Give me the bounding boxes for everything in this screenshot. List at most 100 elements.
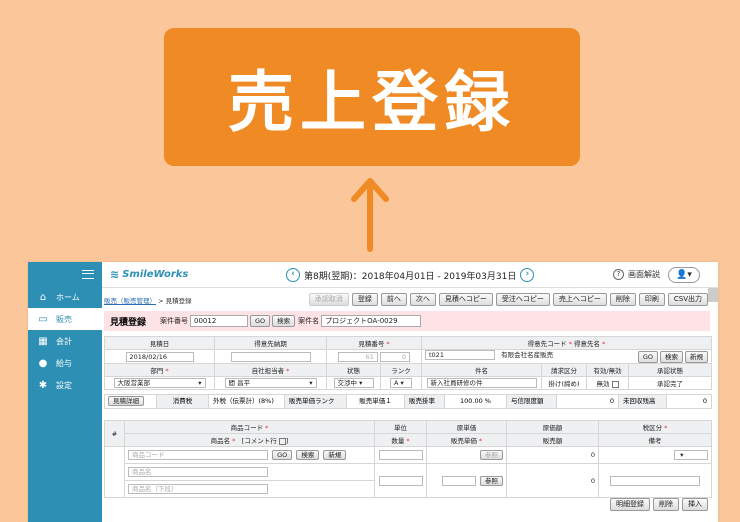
customer-new-button[interactable]: 新規 [685,351,708,363]
col-rank: ランク [380,363,422,377]
product-name-cell: 商品名 [124,463,375,481]
main-area: ≋ SmileWorks ‹ 第8期(翌期)：2018年04月01日 - 201… [102,262,718,522]
col-remarks: 備考 [598,433,712,447]
col-cost-amount: 原価額 [506,420,599,434]
app-window: ⌂ ホーム ▭ 販売 ▦ 会計 ● 給与 ✱ 設定 ≋ SmileWorks ‹ [28,262,718,522]
copy-to-sales-button[interactable]: 売上へコピー [552,293,607,306]
uncollected-label: 未回収残高 [619,395,667,408]
estimate-date-cell: 2018/02/16 [104,349,215,364]
estimate-detail-button[interactable]: 見積詳細 [108,396,144,406]
delete-detail-button[interactable]: 削除 [653,498,679,511]
customer-code-input[interactable]: t021 [425,350,495,360]
case-name-input[interactable]: プロジェクトOA-0029 [321,315,422,327]
user-menu-button[interactable]: 👤▾ [668,267,700,283]
status-select[interactable]: 交渉中 ▾ [333,378,374,388]
rank-select[interactable]: A ▾ [390,378,412,388]
estimate-no-sub-input[interactable]: 0 [380,351,411,362]
register-detail-button[interactable]: 明細登録 [610,498,650,511]
top-bar: ≋ SmileWorks ‹ 第8期(翌期)：2018年04月01日 - 201… [102,262,718,288]
copy-to-estimate-button[interactable]: 見積へコピー [438,293,493,306]
cost-price-cell: 参照 [426,446,507,464]
sale-ref-button[interactable]: 参照 [480,475,503,486]
product-code-input[interactable]: 商品コード [128,450,268,460]
sidebar-item-accounting[interactable]: ▦ 会計 [28,330,102,352]
bookmark-icon[interactable] [708,288,718,302]
row-hash-cell [104,446,125,498]
delete-button[interactable]: 削除 [609,293,636,306]
product-name-lower-input[interactable]: 商品名（下段） [128,484,268,494]
customer-go-button[interactable]: GO [637,351,658,363]
next-period-button[interactable]: › [520,268,535,282]
staff-select[interactable]: 間 昌平 ▾ [224,378,317,388]
sidebar: ⌂ ホーム ▭ 販売 ▦ 会計 ● 給与 ✱ 設定 [28,262,102,522]
col-staff: 自社担当者 * [214,363,327,377]
department-select[interactable]: 大阪営業部 ▾ [113,378,206,388]
detail-table: # 商品コード * 単位 原単価 原価額 税区分 * 商品名 * [コメント行 … [104,420,712,498]
detail-cell: 見積詳細 [105,395,157,408]
unit-cell [374,446,427,464]
approval-cell: 承認完了 [628,376,712,390]
register-button[interactable]: 登録 [351,293,378,306]
print-button[interactable]: 印刷 [638,293,665,306]
cancel-approval-button[interactable]: 承認取消 [308,293,349,306]
insert-detail-button[interactable]: 挿入 [682,498,708,511]
product-new-button[interactable]: 新規 [323,450,347,460]
product-search-button[interactable]: 検索 [296,450,320,460]
subject-input[interactable]: 新入社員研修の件 [426,378,537,388]
case-go-button[interactable]: GO [250,315,271,327]
uncollected-value: 0 [702,397,707,405]
col-sale-price: 販売単価 * [426,433,507,447]
menu-icon[interactable] [82,269,94,279]
product-go-button[interactable]: GO [272,450,293,460]
sidebar-item-sales[interactable]: ▭ 販売 [28,308,102,330]
logo: ≋ SmileWorks [110,268,189,281]
fiscal-period: ‹ 第8期(翌期)：2018年04月01日 - 2019年03月31日 › [282,262,538,288]
col-cost-price: 原単価 [426,420,507,434]
estimate-no-cell: 61 0 [326,349,422,364]
case-search-button[interactable]: 検索 [272,315,296,327]
col-hash: # [104,420,125,447]
unit-input[interactable] [378,450,423,460]
col-department: 部門 * [104,363,215,377]
customer-name-text: 有限会社名産販売 [497,350,598,360]
prev-period-button[interactable]: ‹ [286,268,300,282]
sidebar-item-home[interactable]: ⌂ ホーム [28,286,102,308]
copy-to-order-button[interactable]: 受注へコピー [495,293,550,306]
rate-label: 販売掛率 [405,395,445,408]
col-valid: 有効/無効 [586,363,629,377]
prev-button[interactable]: 前へ [380,293,407,306]
breadcrumb-link[interactable]: 販売（販売管理） [104,297,156,305]
summary-row: 見積詳細 消費税 外税（伝票計）(8%) 販売単価ランク 販売単価１ 販売掛率 … [104,394,712,409]
estimate-date-input[interactable]: 2018/02/16 [125,351,194,362]
next-button[interactable]: 次へ [409,293,436,306]
customer-cell: t021 有限会社名産販売 新規 検索 GO [421,349,712,364]
tax-class-select[interactable]: ▾ [674,450,708,460]
cost-ref-button[interactable]: 参照 [480,450,503,460]
estimate-no-input[interactable]: 61 [337,351,378,362]
remarks-input[interactable] [610,475,700,486]
product-name-input[interactable]: 商品名 [128,467,268,477]
col-product-code: 商品コード * [124,420,375,434]
customer-search-button[interactable]: 検索 [660,351,683,363]
due-date-cell [214,349,327,364]
help-link[interactable]: ? 画面解説 [613,269,660,280]
col-subject: 件名 [421,363,542,377]
col-status: 状態 [326,363,381,377]
qty-input[interactable] [378,475,423,486]
tax-label: 消費税 [157,395,209,408]
comment-row-checkbox[interactable] [278,437,286,445]
col-sale-amount: 販売額 [506,433,599,447]
sidebar-item-label: 給与 [56,358,72,368]
case-no-input[interactable]: 00012 [190,315,249,327]
sidebar-item-label: 設定 [56,380,72,390]
valid-checkbox[interactable] [611,380,619,388]
sidebar-item-settings[interactable]: ✱ 設定 [28,374,102,396]
sidebar-item-payroll[interactable]: ● 給与 [28,352,102,374]
due-date-input[interactable] [230,351,311,362]
gear-icon: ✱ [38,379,48,391]
period-text: 第8期(翌期)：2018年04月01日 - 2019年03月31日 [304,271,517,282]
col-tax-class: 税区分 * [598,420,712,434]
sale-price-input[interactable] [441,475,476,486]
csv-export-button[interactable]: CSV出力 [667,293,708,306]
question-icon: ? [613,269,624,280]
